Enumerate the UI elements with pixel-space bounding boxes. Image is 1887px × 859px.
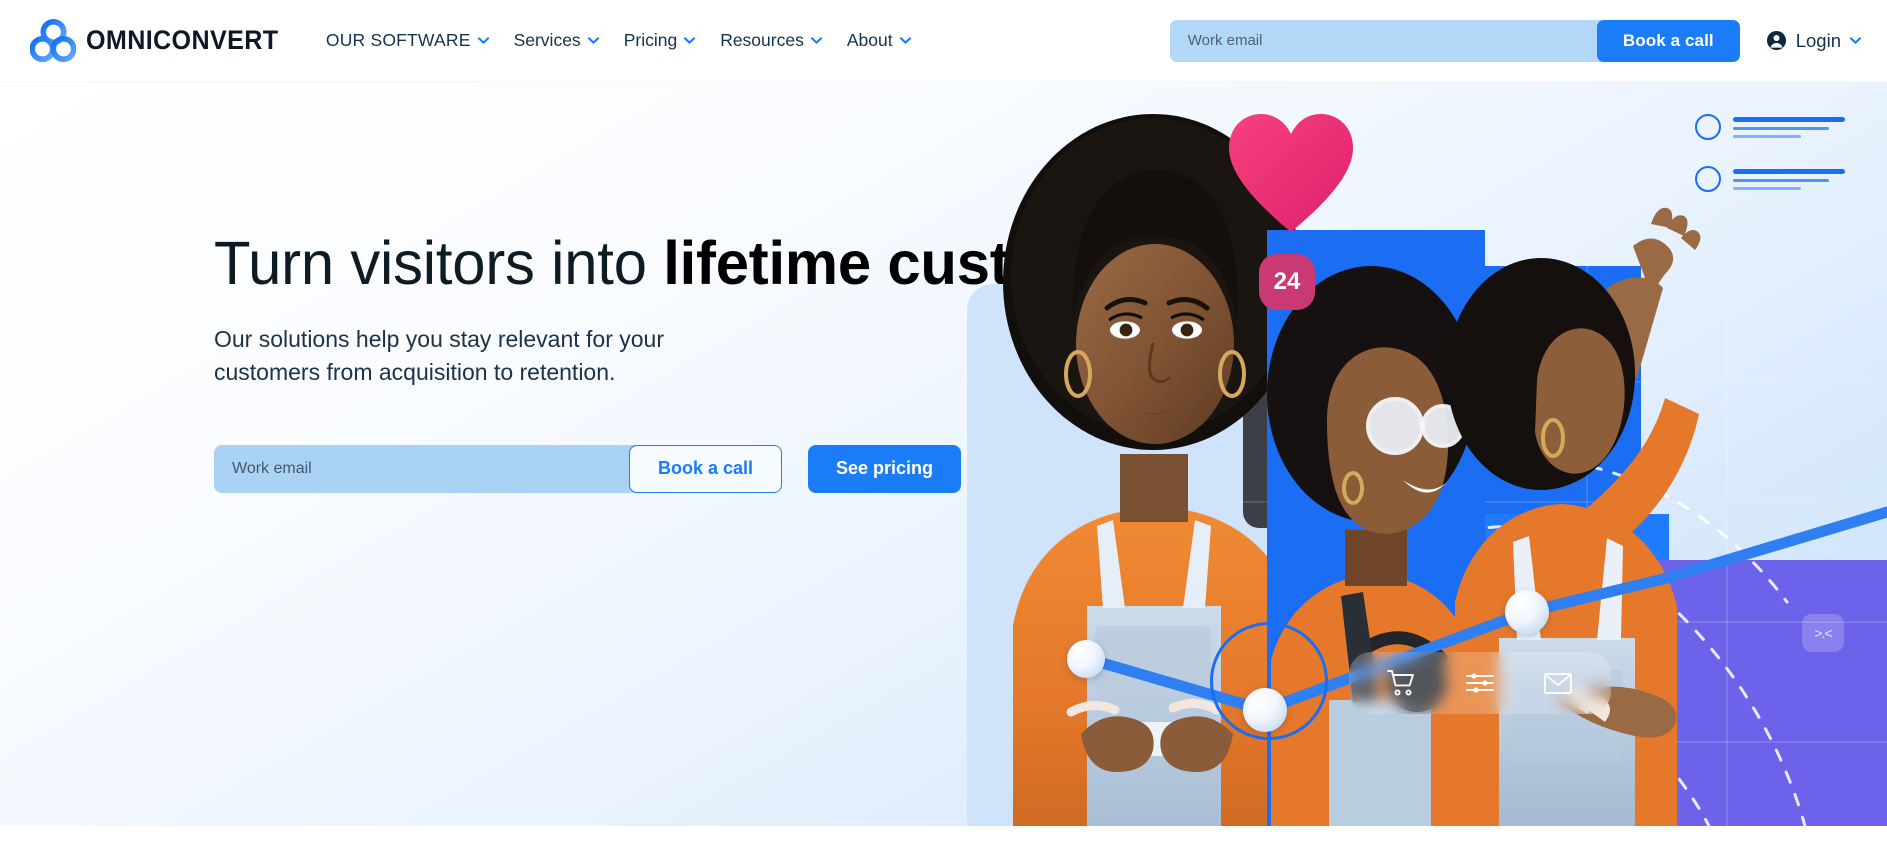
decorative-checklist-graphic xyxy=(1695,114,1875,218)
checklist-lines xyxy=(1733,116,1845,138)
kawaii-face-tile: >.< xyxy=(1802,614,1844,652)
header-email-input[interactable] xyxy=(1169,19,1597,62)
site-header: OMNICONVERT OUR SOFTWARE Services Pricin… xyxy=(0,0,1887,82)
like-count-badge: 24 xyxy=(1259,254,1315,310)
hero-see-pricing-button[interactable]: See pricing xyxy=(808,444,962,493)
nav-item-pricing[interactable]: Pricing xyxy=(613,22,707,59)
hero-photo-portrait-arm-raised xyxy=(1437,202,1707,826)
hero-headline: Turn visitors into lifetime customers xyxy=(214,229,1188,297)
nav-label: OUR SOFTWARE xyxy=(325,30,471,50)
hero-section: Turn visitors into lifetime customers Ou… xyxy=(0,82,1887,826)
checklist-row xyxy=(1695,166,1875,192)
hero-book-a-call-button[interactable]: Book a call xyxy=(628,444,782,493)
hero-artwork: 24 >.< xyxy=(967,82,1887,826)
nav-item-about[interactable]: About xyxy=(836,22,922,59)
login-menu[interactable]: Login xyxy=(1766,30,1861,52)
chevron-down-icon xyxy=(587,37,599,44)
header-signup-form: Book a call xyxy=(1169,19,1740,62)
headline-light-part: Turn visitors into xyxy=(214,229,664,297)
envelope-icon[interactable] xyxy=(1543,670,1573,696)
login-label: Login xyxy=(1795,29,1841,51)
hero-cta-row: Book a call See pricing xyxy=(214,444,1074,493)
nav-label: Pricing xyxy=(623,30,678,50)
checklist-row xyxy=(1695,114,1875,140)
chevron-down-icon xyxy=(684,37,696,44)
nav-label: Resources xyxy=(720,30,804,50)
nav-label: About xyxy=(846,30,893,50)
chevron-down-icon xyxy=(810,37,822,44)
hero-copy: Turn visitors into lifetime customers Ou… xyxy=(214,229,1188,493)
chevron-down-icon xyxy=(477,37,489,44)
header-actions: Book a call Login xyxy=(1169,19,1861,62)
chart-node xyxy=(1505,590,1549,634)
brand-name: OMNICONVERT xyxy=(86,25,279,55)
sliders-icon[interactable] xyxy=(1465,669,1495,697)
page-bottom-strip xyxy=(0,826,1887,859)
nav-item-our-software[interactable]: OUR SOFTWARE xyxy=(315,22,500,59)
hero-signup-form: Book a call xyxy=(214,444,782,493)
hero-subheadline: Our solutions help you stay relevant for… xyxy=(214,326,665,386)
checklist-lines xyxy=(1733,168,1845,190)
nav-label: Services xyxy=(513,30,581,50)
three-circles-logo-icon xyxy=(29,18,77,63)
chevron-down-icon xyxy=(899,37,911,44)
chart-node xyxy=(1067,640,1105,678)
chevron-down-icon xyxy=(1850,37,1861,44)
circle-outline-icon xyxy=(1695,166,1721,192)
header-book-a-call-button[interactable]: Book a call xyxy=(1596,19,1740,62)
floating-icon-bar xyxy=(1349,652,1611,714)
circle-outline-icon xyxy=(1695,114,1721,140)
primary-nav: OUR SOFTWARE Services Pricing Resources xyxy=(315,22,922,59)
landing-page: OMNICONVERT OUR SOFTWARE Services Pricin… xyxy=(0,0,1887,859)
nav-item-resources[interactable]: Resources xyxy=(709,22,833,59)
shopping-cart-icon[interactable] xyxy=(1387,669,1417,697)
nav-item-services[interactable]: Services xyxy=(503,22,610,59)
chart-node xyxy=(1243,688,1287,732)
user-circle-icon xyxy=(1766,30,1787,51)
brand-logo-link[interactable]: OMNICONVERT xyxy=(29,18,293,63)
